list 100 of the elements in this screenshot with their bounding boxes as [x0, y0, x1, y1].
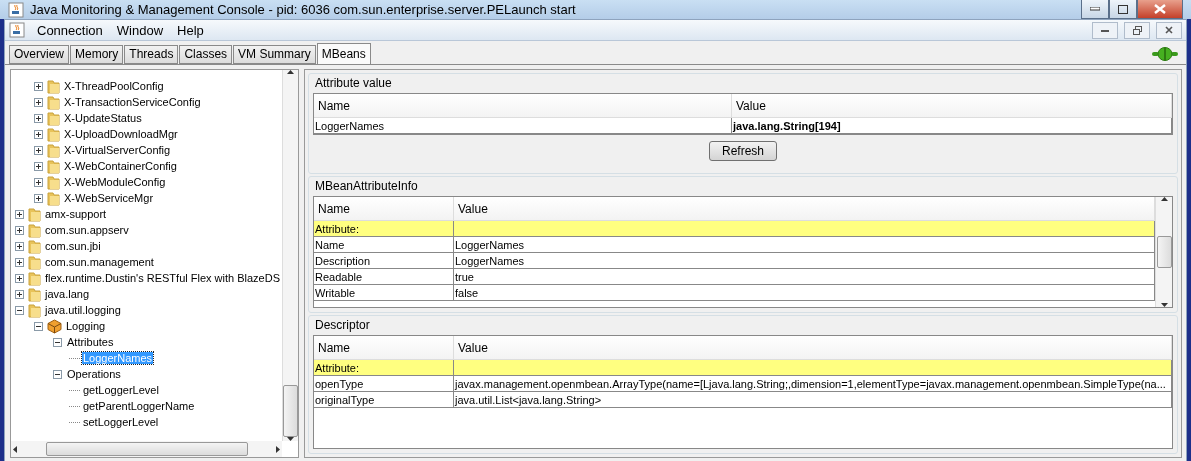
folder-icon — [47, 110, 60, 126]
scroll-down-arrow-icon[interactable] — [1160, 303, 1168, 307]
close-icon — [1165, 26, 1173, 34]
maximize-icon — [1118, 4, 1128, 14]
scroll-up-arrow-icon[interactable] — [287, 70, 294, 74]
tree-item[interactable]: X-TransactionServiceConfig — [63, 96, 202, 108]
expand-toggle[interactable] — [34, 161, 43, 171]
close-button[interactable] — [1137, 0, 1183, 19]
tree-item[interactable]: com.sun.appserv — [44, 224, 130, 236]
tree-item[interactable]: Attributes — [66, 336, 115, 348]
tab[interactable]: VM Summary — [233, 45, 316, 64]
scroll-up-arrow-icon[interactable] — [1160, 197, 1168, 201]
tab[interactable]: Threads — [124, 45, 179, 64]
tab[interactable]: Memory — [70, 45, 124, 64]
collapse-toggle[interactable] — [53, 369, 62, 379]
collapse-toggle[interactable] — [15, 305, 24, 315]
panel-title: MBeanAttributeInfo — [314, 179, 419, 195]
table-cell: java.util.List<java.lang.String> — [454, 392, 1172, 408]
maximize-button[interactable] — [1109, 0, 1137, 19]
expand-toggle[interactable] — [34, 193, 43, 203]
tree-item[interactable]: getParentLoggerName — [82, 400, 196, 412]
java-cup-icon — [9, 22, 25, 38]
table-cell: Writable — [314, 285, 454, 301]
tree-item[interactable]: java.lang — [44, 288, 91, 300]
table-cell: originalType — [314, 392, 454, 408]
close-icon — [1154, 4, 1166, 14]
restore-button[interactable] — [1124, 21, 1150, 39]
tree-item[interactable]: amx-support — [44, 208, 108, 220]
folder-icon — [28, 302, 41, 318]
expand-toggle[interactable] — [15, 209, 24, 219]
column-header[interactable]: Name — [314, 336, 454, 359]
tree-item[interactable]: X-UploadDownloadMgr — [63, 128, 179, 140]
close-button[interactable] — [1156, 21, 1182, 39]
tree-item[interactable]: Operations — [66, 368, 122, 380]
vertical-scrollbar[interactable] — [1155, 197, 1172, 307]
expand-toggle[interactable] — [15, 241, 24, 251]
expand-toggle[interactable] — [34, 113, 43, 123]
expand-toggle[interactable] — [15, 273, 24, 283]
expand-toggle[interactable] — [34, 177, 43, 187]
folder-icon — [47, 78, 60, 94]
menu-item[interactable]: Help — [175, 22, 206, 38]
tree-item[interactable]: getLoggerLevel — [82, 384, 160, 396]
tree-item[interactable]: com.sun.jbi — [44, 240, 102, 252]
java-cup-icon — [8, 1, 24, 18]
column-header[interactable]: Value — [454, 336, 1172, 359]
folder-icon — [28, 286, 41, 302]
tree-item[interactable]: X-WebServiceMgr — [63, 192, 155, 204]
horizontal-scrollbar[interactable] — [11, 441, 282, 457]
collapse-toggle[interactable] — [34, 321, 43, 331]
folder-icon — [47, 190, 60, 206]
expand-toggle[interactable] — [34, 97, 43, 107]
panel-title: Descriptor — [314, 318, 371, 334]
minimize-button[interactable] — [1081, 0, 1109, 19]
folder-icon — [47, 142, 60, 158]
tree-item[interactable]: Logging — [65, 320, 107, 332]
minimize-icon — [1101, 28, 1109, 32]
tree-item[interactable]: X-WebModuleConfig — [63, 176, 167, 188]
collapse-toggle[interactable] — [53, 337, 62, 347]
column-header[interactable]: Name — [314, 197, 454, 220]
tab[interactable]: MBeans — [316, 43, 371, 64]
tree-line — [69, 421, 80, 423]
minimize-button[interactable] — [1092, 21, 1118, 39]
folder-icon — [47, 174, 60, 190]
tree-item[interactable]: com.sun.management — [44, 256, 155, 268]
tree-item[interactable]: X-ThreadPoolConfig — [63, 80, 165, 92]
tree-item[interactable]: X-VirtualServerConfig — [63, 144, 172, 156]
table-cell: LoggerNames — [314, 118, 732, 134]
scroll-right-arrow-icon[interactable] — [276, 445, 280, 453]
expand-toggle[interactable] — [34, 81, 43, 91]
column-header[interactable]: Value — [732, 94, 1172, 117]
column-header[interactable]: Name — [314, 94, 732, 117]
tab[interactable]: Overview — [9, 45, 69, 64]
tree-item[interactable]: flex.runtime.Dustin's RESTful Flex with BlazeDS — [44, 272, 281, 284]
vertical-scrollbar[interactable] — [282, 70, 298, 441]
tab[interactable]: Classes — [179, 45, 233, 64]
connection-plug-icon — [1152, 47, 1178, 61]
scroll-left-arrow-icon[interactable] — [13, 445, 17, 453]
tree-item[interactable]: setLoggerLevel — [82, 416, 160, 428]
folder-icon — [28, 222, 41, 238]
tree-item[interactable]: java.util.logging — [44, 304, 122, 316]
refresh-button[interactable]: Refresh — [709, 141, 777, 161]
menu-item[interactable]: Window — [114, 22, 166, 38]
table-cell: java.lang.String[194] — [732, 118, 1172, 134]
folder-icon — [28, 206, 41, 222]
panel-title: Attribute value — [314, 76, 393, 92]
scroll-down-arrow-icon[interactable] — [287, 437, 294, 441]
expand-toggle[interactable] — [15, 257, 24, 267]
expand-toggle[interactable] — [34, 129, 43, 139]
scrollbar-thumb[interactable] — [283, 385, 298, 437]
scrollbar-thumb[interactable] — [1156, 236, 1172, 268]
folder-icon — [28, 254, 41, 270]
tree-item[interactable]: X-UpdateStatus — [63, 112, 143, 124]
tree-item[interactable]: X-WebContainerConfig — [63, 160, 178, 172]
folder-icon — [47, 158, 60, 174]
menu-item[interactable]: Connection — [35, 22, 105, 38]
window-title: Java Monitoring & Management Console - pid: 6036 com.sun.enterprise.server.PELaunch start — [30, 2, 577, 17]
expand-toggle[interactable] — [15, 289, 24, 299]
table-cell: false — [454, 285, 1155, 301]
expand-toggle[interactable] — [34, 145, 43, 155]
expand-toggle[interactable] — [15, 225, 24, 235]
